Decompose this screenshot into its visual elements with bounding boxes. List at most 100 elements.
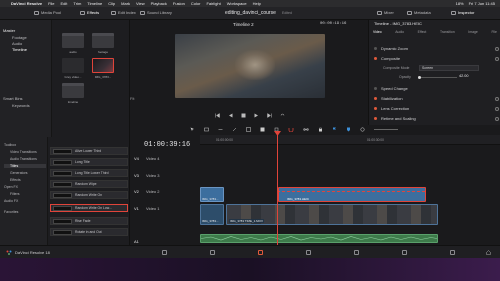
color-page-icon[interactable] <box>354 250 359 255</box>
fx-tree-filters[interactable]: Filters <box>10 192 20 196</box>
menu-playback[interactable]: Playback <box>151 1 167 6</box>
fx-tree-effects[interactable]: Effects <box>10 178 21 182</box>
tab-file[interactable]: File <box>491 30 496 40</box>
viewer-zoom[interactable]: Fit <box>130 96 134 101</box>
viewer-timecode[interactable]: 00:00:19:16 <box>320 22 346 26</box>
fx-tree-video-transitions[interactable]: Video Transitions <box>10 150 37 154</box>
media-pool-button[interactable]: Media Pool <box>34 10 61 15</box>
zoom-out-icon[interactable] <box>360 127 365 132</box>
fx-favorites-header[interactable]: Favorites <box>4 210 18 214</box>
edit-index-button[interactable]: Edit Index <box>111 10 136 15</box>
dynamic-zoom-reset-icon[interactable] <box>495 46 499 51</box>
flag-icon[interactable] <box>332 127 337 132</box>
menu-mark[interactable]: Mark <box>121 1 130 6</box>
lens-correction-toggle-icon[interactable] <box>374 107 377 110</box>
media-page-icon[interactable] <box>162 250 167 255</box>
stabilization-reset-icon[interactable] <box>495 96 499 101</box>
fx-item[interactable]: Rise Fade <box>50 217 128 225</box>
playhead[interactable] <box>277 133 278 245</box>
opacity-slider[interactable] <box>418 76 457 79</box>
media-clip-img-3783[interactable] <box>92 58 114 73</box>
fx-tree-titles[interactable]: Titles <box>4 164 46 168</box>
media-folder-footage[interactable] <box>92 33 114 48</box>
opacity-keyline[interactable] <box>277 191 425 192</box>
fx-item-selected[interactable]: Random Write On Low... <box>50 204 128 212</box>
selection-tool-icon[interactable] <box>190 127 195 132</box>
snapping-icon[interactable] <box>288 127 294 132</box>
dynamic-trim-icon[interactable] <box>218 127 223 132</box>
composite-reset-icon[interactable] <box>495 56 499 61</box>
tab-image[interactable]: Image <box>468 30 477 40</box>
composite-mode-dropdown[interactable]: Screen <box>419 65 479 71</box>
track-header-v1[interactable]: V1 Video 1 <box>134 204 200 213</box>
fx-item[interactable]: Rotate in and Out <box>50 228 128 236</box>
lens-correction-reset-icon[interactable] <box>495 106 499 111</box>
track-header-v4[interactable]: V4 Video 4 <box>134 154 200 163</box>
zoom-slider[interactable] <box>374 129 398 130</box>
linked-selection-icon[interactable] <box>303 127 309 132</box>
sound-library-button[interactable]: Sound Library <box>140 10 172 15</box>
fx-tree-open-fx[interactable]: Open FX <box>4 185 18 189</box>
inspector-button[interactable]: Inspector <box>451 10 474 15</box>
dynamic-zoom-toggle-icon[interactable] <box>374 47 377 50</box>
fx-tree-audio-fx[interactable]: Audio FX <box>4 199 18 203</box>
section-lens-correction[interactable]: Lens Correction <box>374 105 499 112</box>
skip-forward-icon[interactable] <box>267 112 272 118</box>
tab-audio[interactable]: Audio <box>395 30 404 40</box>
menubar-app-name[interactable]: DaVinci Resolve <box>11 1 42 6</box>
menu-fairlight[interactable]: Fairlight <box>206 1 220 6</box>
menu-color[interactable]: Color <box>191 1 201 6</box>
insert-clip-icon[interactable] <box>246 127 251 132</box>
fx-item[interactable]: Random Write On <box>50 191 128 199</box>
opacity-slider-handle[interactable] <box>418 76 421 79</box>
metadata-button[interactable]: Metadata <box>407 10 431 15</box>
section-speed-change[interactable]: Speed Change <box>374 85 499 92</box>
viewer-timeline-name[interactable]: Timeline 2 <box>233 22 254 27</box>
fx-item[interactable]: Long Title <box>50 158 128 166</box>
timeline-clip-v1-main[interactable]: IMG_3783 TIME_1.MOV <box>226 204 438 225</box>
opacity-value[interactable]: 42.00 <box>459 74 469 78</box>
fx-tree-toolbox[interactable]: Toolbox <box>4 143 16 147</box>
media-folder-audio[interactable] <box>62 33 84 48</box>
bin-master[interactable]: Master <box>3 28 15 33</box>
menu-workspace[interactable]: Workspace <box>227 1 247 6</box>
smart-bin-keywords[interactable]: Keywords <box>12 103 30 108</box>
timeline-ruler[interactable]: 01:00:00:00 01:00:30:00 <box>200 135 500 145</box>
fx-item[interactable]: Alive Lower Third <box>50 147 128 155</box>
stop-icon[interactable] <box>241 113 246 118</box>
tab-transition[interactable]: Transition <box>440 30 455 40</box>
section-retime-scaling[interactable]: Retime and Scaling <box>374 115 499 122</box>
menu-edit[interactable]: Edit <box>61 1 68 6</box>
menu-timeline[interactable]: Timeline <box>87 1 102 6</box>
bin-audio[interactable]: Audio <box>12 41 22 46</box>
smart-bins-header[interactable]: Smart Bins <box>3 96 23 101</box>
marker-icon[interactable] <box>346 127 351 132</box>
effects-button[interactable]: Effects <box>80 10 99 15</box>
menu-view[interactable]: View <box>136 1 145 6</box>
section-dynamic-zoom[interactable]: Dynamic Zoom <box>374 45 499 52</box>
stabilization-toggle-icon[interactable] <box>374 97 377 100</box>
fx-tree-generators[interactable]: Generators <box>10 171 28 175</box>
menu-clip[interactable]: Clip <box>108 1 115 6</box>
fusion-page-icon[interactable] <box>306 250 311 255</box>
fairlight-page-icon[interactable] <box>402 250 407 255</box>
home-icon[interactable] <box>486 250 491 255</box>
blade-tool-icon[interactable] <box>232 127 237 132</box>
timeline-clip-v2-selected[interactable]: IMG_3783.HEIC <box>278 187 426 202</box>
retime-scaling-reset-icon[interactable] <box>495 116 499 121</box>
reverse-play-icon[interactable] <box>228 113 233 118</box>
tab-effect[interactable]: Effect <box>418 30 427 40</box>
timeline-clip-v1-left[interactable]: IMG_3783... <box>200 204 224 225</box>
menu-help[interactable]: Help <box>253 1 261 6</box>
trim-tool-icon[interactable] <box>204 127 209 132</box>
menu-file[interactable]: File <box>48 1 54 6</box>
mixer-button[interactable]: Mixer <box>377 10 394 15</box>
menu-fusion[interactable]: Fusion <box>173 1 185 6</box>
media-folder-timeline[interactable] <box>62 83 84 98</box>
timeline-clip-audio[interactable] <box>200 234 438 243</box>
section-stabilization[interactable]: Stabilization <box>374 95 499 102</box>
timeline-clip-v2-left[interactable]: IMG_3783... <box>200 187 224 202</box>
cut-page-icon[interactable] <box>210 250 215 255</box>
media-clip-grey-video[interactable] <box>62 58 84 73</box>
overwrite-clip-icon[interactable] <box>260 127 265 132</box>
